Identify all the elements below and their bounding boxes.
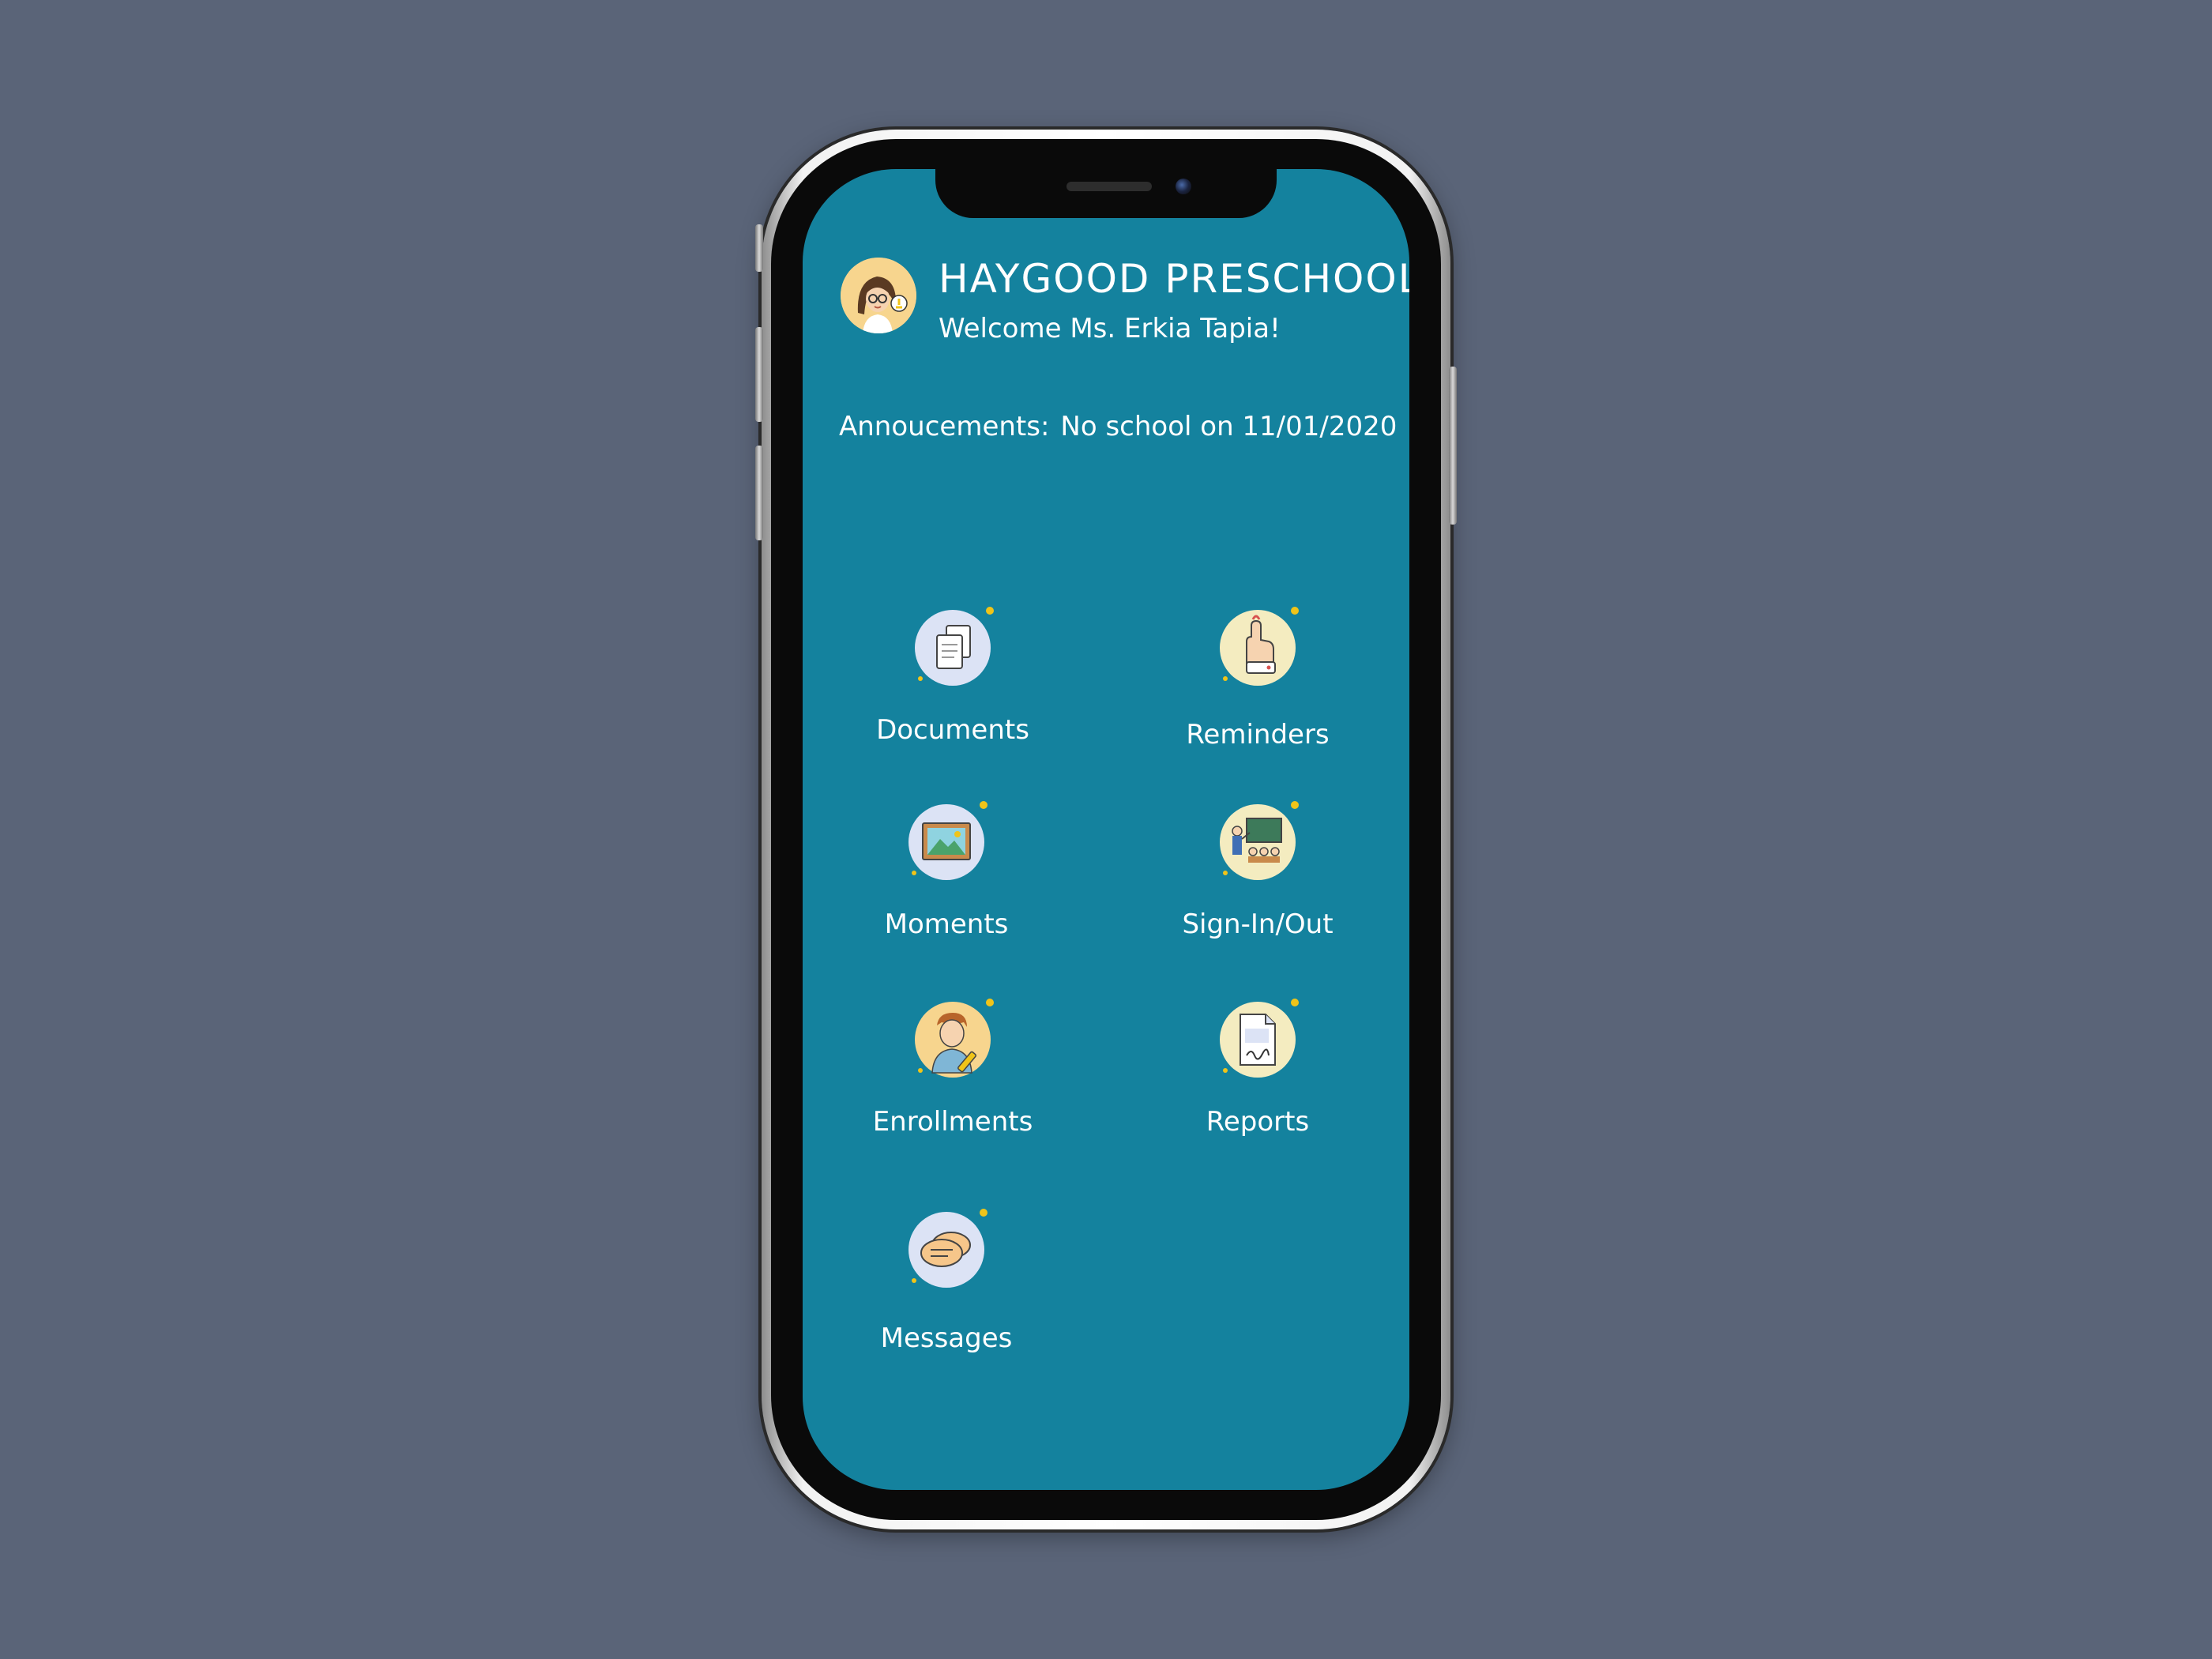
notch: [935, 169, 1277, 218]
school-name-title: HAYGOOD PRESCHOOL: [939, 256, 1409, 302]
menu-label: Messages: [880, 1322, 1013, 1354]
menu-tile-moments[interactable]: Moments: [844, 801, 1049, 962]
announcement-banner: Annoucements: No school on 11/01/2020: [839, 411, 1397, 442]
teacher-board-icon: [1220, 801, 1299, 880]
front-camera: [1176, 179, 1191, 194]
menu-tile-enrollments[interactable]: Enrollments: [850, 999, 1055, 1160]
photo-frame-icon: [908, 801, 988, 880]
documents-icon: [915, 607, 994, 686]
person-pencil-icon: [915, 999, 994, 1078]
signed-report-icon: [1220, 999, 1299, 1078]
menu-label: Reports: [1206, 1106, 1310, 1138]
volume-down-button: [755, 446, 763, 540]
avatar-dot: [905, 258, 915, 267]
menu-label: Reminders: [1186, 719, 1330, 750]
phone-frame: HAYGOOD PRESCHOOL Welcome Ms. Erkia Tapi…: [755, 130, 1457, 1529]
announcement-text: No school on 11/01/2020: [1060, 411, 1398, 442]
reminder-finger-icon: [1220, 607, 1299, 686]
speaker-grille: [1066, 182, 1152, 191]
menu-label: Moments: [884, 908, 1009, 940]
mockup-stage: HAYGOOD PRESCHOOL Welcome Ms. Erkia Tapi…: [0, 0, 2212, 1659]
menu-label: Sign-In/Out: [1182, 908, 1334, 940]
volume-up-button: [755, 327, 763, 422]
silent-switch: [755, 224, 763, 272]
menu-label: Documents: [876, 714, 1029, 746]
announcement-label: Annoucements:: [839, 411, 1050, 442]
power-button: [1449, 367, 1457, 525]
menu-label: Enrollments: [872, 1106, 1033, 1138]
welcome-message: Welcome Ms. Erkia Tapia!: [939, 313, 1281, 344]
menu-tile-messages[interactable]: Messages: [844, 1209, 1049, 1370]
teacher-avatar-icon[interactable]: [841, 258, 916, 333]
menu-tile-sign-in-out[interactable]: Sign-In/Out: [1155, 801, 1360, 962]
menu-tile-documents[interactable]: Documents: [850, 607, 1055, 768]
chat-bubbles-icon: [908, 1209, 988, 1288]
app-screen: HAYGOOD PRESCHOOL Welcome Ms. Erkia Tapi…: [803, 169, 1409, 1490]
menu-tile-reports[interactable]: Reports: [1155, 999, 1360, 1160]
menu-tile-reminders[interactable]: Reminders: [1155, 607, 1360, 768]
